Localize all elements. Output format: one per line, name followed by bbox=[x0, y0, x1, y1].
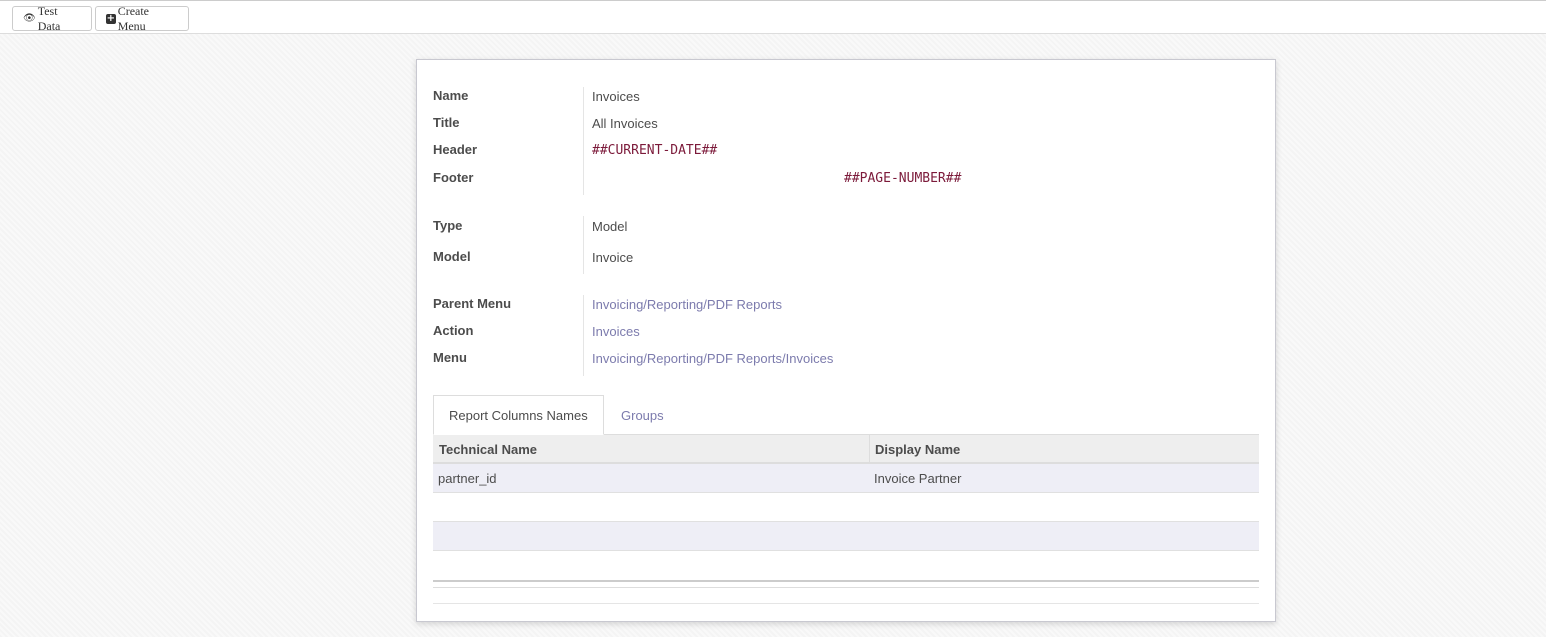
notebook-tabs: Report Columns Names Groups bbox=[433, 395, 1259, 435]
control-panel: 👁 Test Data + Create Menu bbox=[0, 0, 1546, 34]
name-field[interactable]: Invoices bbox=[592, 89, 640, 104]
menu-link[interactable]: Invoicing/Reporting/PDF Reports/Invoices bbox=[592, 351, 833, 366]
header-field[interactable]: ##CURRENT-DATE## bbox=[592, 143, 717, 158]
report-columns-table: Technical Name Display Name partner_id I… bbox=[433, 434, 1259, 604]
action-link[interactable]: Invoices bbox=[592, 324, 640, 339]
model-label: Model bbox=[433, 249, 471, 264]
table-row[interactable]: partner_id Invoice Partner bbox=[433, 464, 1259, 493]
footer-field[interactable]: ##PAGE-NUMBER## bbox=[844, 171, 961, 186]
tab-report-columns-names[interactable]: Report Columns Names bbox=[433, 395, 604, 435]
create-menu-label: Create Menu bbox=[117, 3, 149, 33]
title-field[interactable]: All Invoices bbox=[592, 116, 658, 131]
field-divider bbox=[583, 216, 584, 274]
table-row[interactable] bbox=[433, 522, 1259, 551]
tab-label: Report Columns Names bbox=[449, 407, 588, 423]
parent-menu-label: Parent Menu bbox=[433, 296, 512, 311]
menu-label: Menu bbox=[433, 350, 467, 365]
type-field[interactable]: Model bbox=[592, 219, 627, 234]
field-divider bbox=[583, 295, 584, 376]
cell-technical-name: partner_id bbox=[438, 471, 497, 486]
cell-display-name: Invoice Partner bbox=[874, 471, 962, 486]
column-header-display-name[interactable]: Display Name bbox=[875, 442, 960, 457]
tab-groups[interactable]: Groups bbox=[606, 395, 679, 435]
name-label: Name bbox=[433, 88, 469, 103]
create-menu-button[interactable]: + Create Menu bbox=[95, 3, 189, 33]
form-sheet: Name Invoices Title All Invoices Header … bbox=[416, 59, 1276, 622]
title-label: Title bbox=[433, 115, 460, 130]
plus-square-icon: + bbox=[106, 12, 116, 24]
header-label: Header bbox=[433, 142, 478, 157]
eye-icon: 👁 bbox=[23, 13, 36, 24]
parent-menu-link[interactable]: Invoicing/Reporting/PDF Reports bbox=[592, 297, 782, 312]
footer-label: Footer bbox=[433, 170, 474, 185]
table-header: Technical Name Display Name bbox=[433, 434, 1259, 464]
type-label: Type bbox=[433, 218, 463, 233]
model-field[interactable]: Invoice bbox=[592, 250, 633, 265]
field-divider bbox=[583, 87, 584, 195]
table-row[interactable] bbox=[433, 551, 1259, 580]
test-data-button[interactable]: 👁 Test Data bbox=[12, 3, 92, 33]
action-label: Action bbox=[433, 323, 474, 338]
test-data-label: Test Data bbox=[37, 3, 61, 33]
column-separator bbox=[869, 435, 870, 463]
divider bbox=[433, 603, 1259, 604]
table-footer bbox=[433, 580, 1259, 588]
table-row[interactable] bbox=[433, 493, 1259, 522]
tab-label: Groups bbox=[621, 407, 664, 423]
column-header-technical-name[interactable]: Technical Name bbox=[439, 442, 537, 457]
